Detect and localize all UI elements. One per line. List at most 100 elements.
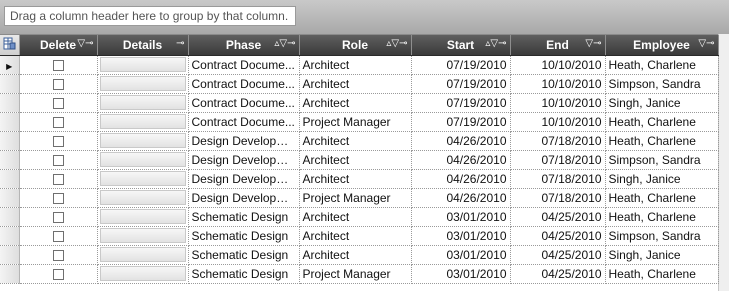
employee-cell[interactable]: Heath, Charlene xyxy=(605,188,719,208)
details-cell[interactable] xyxy=(97,55,189,75)
delete-checkbox[interactable] xyxy=(52,249,64,261)
employee-cell[interactable]: Heath, Charlene xyxy=(605,112,719,132)
role-cell[interactable]: Project Manager xyxy=(299,188,412,208)
employee-cell[interactable]: Singh, Janice xyxy=(605,93,719,113)
delete-checkbox[interactable] xyxy=(52,78,64,90)
details-button[interactable] xyxy=(99,152,186,167)
details-cell[interactable] xyxy=(97,74,189,94)
start-cell[interactable]: 03/01/2010 xyxy=(411,226,511,246)
details-button[interactable] xyxy=(99,171,186,186)
details-button[interactable] xyxy=(99,114,186,129)
delete-cell[interactable] xyxy=(19,93,98,113)
group-by-panel[interactable]: Drag a column header here to group by th… xyxy=(0,0,729,35)
column-header-phase[interactable]: Phase ▵▽⊸ xyxy=(188,35,300,56)
details-cell[interactable] xyxy=(97,226,189,246)
table-row[interactable]: ▶ Contract Docume... Architect 07/19/2010 10… xyxy=(0,55,719,75)
delete-cell[interactable] xyxy=(19,226,98,246)
role-cell[interactable]: Architect xyxy=(299,169,412,189)
details-cell[interactable] xyxy=(97,150,189,170)
column-chooser-button[interactable] xyxy=(0,35,20,56)
end-cell[interactable]: 04/25/2010 xyxy=(510,226,606,246)
delete-checkbox[interactable] xyxy=(52,211,64,223)
details-button[interactable] xyxy=(99,209,186,224)
phase-cell[interactable]: Design Developm... xyxy=(188,169,300,189)
end-cell[interactable]: 10/10/2010 xyxy=(510,112,606,132)
table-row[interactable]: Design Developm... Architect 04/26/2010 07/… xyxy=(0,150,719,170)
details-button[interactable] xyxy=(99,228,186,243)
details-cell[interactable] xyxy=(97,112,189,132)
delete-checkbox[interactable] xyxy=(52,268,64,280)
table-row[interactable]: Schematic Design Architect 03/01/2010 04/25… xyxy=(0,207,719,227)
end-cell[interactable]: 04/25/2010 xyxy=(510,245,606,265)
filter-pin-icon[interactable]: ▽⊸ xyxy=(77,38,93,49)
row-selector[interactable] xyxy=(0,264,20,284)
row-selector[interactable] xyxy=(0,188,20,208)
delete-checkbox[interactable] xyxy=(52,59,64,71)
table-row[interactable]: Contract Docume... Architect 07/19/2010 10/… xyxy=(0,93,719,113)
start-cell[interactable]: 07/19/2010 xyxy=(411,93,511,113)
details-button[interactable] xyxy=(99,57,186,72)
end-cell[interactable]: 10/10/2010 xyxy=(510,93,606,113)
sort-filter-pin-icon[interactable]: ▵▽⊸ xyxy=(485,38,506,49)
filter-pin-icon[interactable]: ▽⊸ xyxy=(698,38,714,49)
table-row[interactable]: Schematic Design Project Manager 03/01/201… xyxy=(0,264,719,284)
start-cell[interactable]: 04/26/2010 xyxy=(411,131,511,151)
delete-checkbox[interactable] xyxy=(52,97,64,109)
column-header-start[interactable]: Start ▵▽⊸ xyxy=(411,35,511,56)
role-cell[interactable]: Architect xyxy=(299,55,412,75)
phase-cell[interactable]: Contract Docume... xyxy=(188,93,300,113)
employee-cell[interactable]: Heath, Charlene xyxy=(605,55,719,75)
table-row[interactable]: Schematic Design Architect 03/01/2010 04/25… xyxy=(0,226,719,246)
role-cell[interactable]: Architect xyxy=(299,74,412,94)
role-cell[interactable]: Architect xyxy=(299,226,412,246)
employee-cell[interactable]: Singh, Janice xyxy=(605,169,719,189)
delete-cell[interactable] xyxy=(19,188,98,208)
employee-cell[interactable]: Heath, Charlene xyxy=(605,131,719,151)
details-cell[interactable] xyxy=(97,169,189,189)
start-cell[interactable]: 03/01/2010 xyxy=(411,207,511,227)
start-cell[interactable]: 04/26/2010 xyxy=(411,169,511,189)
delete-checkbox[interactable] xyxy=(52,173,64,185)
end-cell[interactable]: 04/25/2010 xyxy=(510,207,606,227)
employee-cell[interactable]: Heath, Charlene xyxy=(605,264,719,284)
delete-cell[interactable] xyxy=(19,150,98,170)
start-cell[interactable]: 04/26/2010 xyxy=(411,150,511,170)
role-cell[interactable]: Project Manager xyxy=(299,112,412,132)
start-cell[interactable]: 04/26/2010 xyxy=(411,188,511,208)
table-row[interactable]: Design Developm... Architect 04/26/2010 07/… xyxy=(0,131,719,151)
details-button[interactable] xyxy=(99,266,186,281)
table-row[interactable]: Design Developm... Architect 04/26/2010 07/… xyxy=(0,169,719,189)
end-cell[interactable]: 07/18/2010 xyxy=(510,150,606,170)
start-cell[interactable]: 03/01/2010 xyxy=(411,264,511,284)
employee-cell[interactable]: Simpson, Sandra xyxy=(605,150,719,170)
row-selector[interactable] xyxy=(0,245,20,265)
filter-pin-icon[interactable]: ▽⊸ xyxy=(585,38,601,49)
employee-cell[interactable]: Simpson, Sandra xyxy=(605,74,719,94)
row-selector[interactable] xyxy=(0,131,20,151)
phase-cell[interactable]: Contract Docume... xyxy=(188,55,300,75)
delete-cell[interactable] xyxy=(19,55,98,75)
end-cell[interactable]: 04/25/2010 xyxy=(510,264,606,284)
role-cell[interactable]: Architect xyxy=(299,245,412,265)
table-row[interactable]: Schematic Design Architect 03/01/2010 04/25… xyxy=(0,245,719,265)
phase-cell[interactable]: Design Developm... xyxy=(188,150,300,170)
delete-checkbox[interactable] xyxy=(52,135,64,147)
column-header-details[interactable]: Details ⊸ xyxy=(97,35,189,56)
details-cell[interactable] xyxy=(97,264,189,284)
role-cell[interactable]: Architect xyxy=(299,150,412,170)
delete-cell[interactable] xyxy=(19,131,98,151)
phase-cell[interactable]: Schematic Design xyxy=(188,245,300,265)
row-selector[interactable] xyxy=(0,226,20,246)
role-cell[interactable]: Architect xyxy=(299,207,412,227)
row-selector[interactable] xyxy=(0,207,20,227)
details-button[interactable] xyxy=(99,76,186,91)
details-button[interactable] xyxy=(99,190,186,205)
row-selector[interactable] xyxy=(0,169,20,189)
end-cell[interactable]: 07/18/2010 xyxy=(510,131,606,151)
role-cell[interactable]: Architect xyxy=(299,131,412,151)
sort-filter-pin-icon[interactable]: ▵▽⊸ xyxy=(386,38,407,49)
delete-checkbox[interactable] xyxy=(52,116,64,128)
sort-filter-pin-icon[interactable]: ▵▽⊸ xyxy=(274,38,295,49)
delete-checkbox[interactable] xyxy=(52,154,64,166)
column-header-role[interactable]: Role ▵▽⊸ xyxy=(299,35,412,56)
